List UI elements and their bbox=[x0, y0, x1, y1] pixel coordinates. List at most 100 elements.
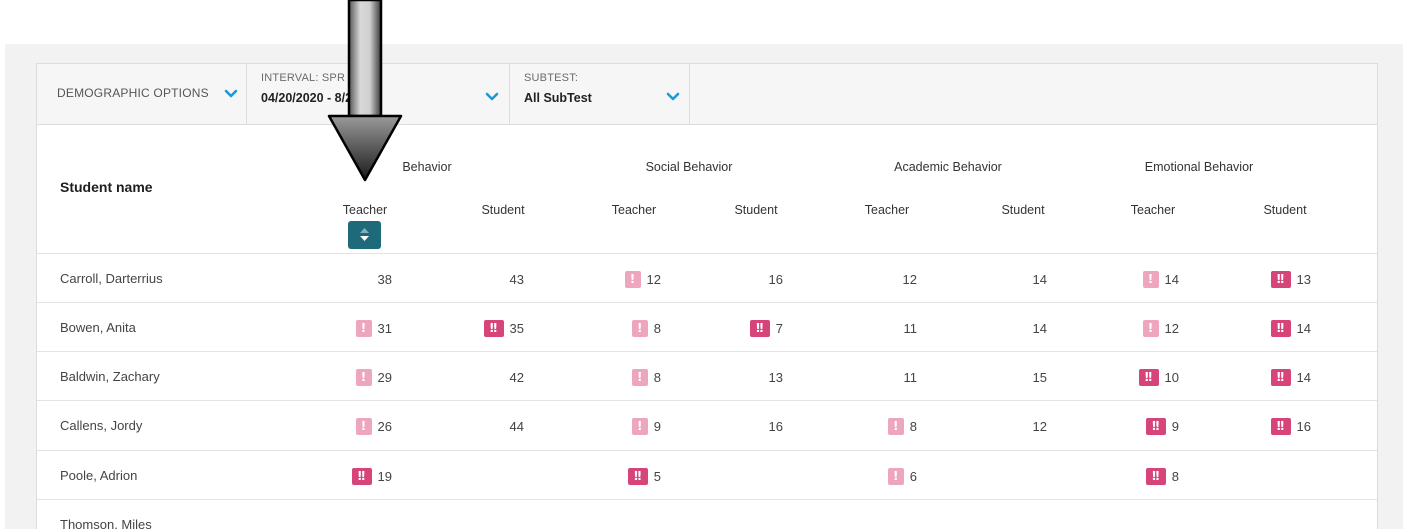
score-cell-behavior-student bbox=[404, 451, 524, 501]
student-name[interactable]: Poole, Adrion bbox=[60, 468, 137, 483]
sort-toggle-button[interactable] bbox=[348, 221, 381, 249]
score-value: 14 bbox=[1164, 271, 1179, 287]
critical-flag-icon: !! bbox=[351, 467, 372, 485]
critical-flag-icon: !! bbox=[1145, 417, 1166, 435]
table-row[interactable]: Carroll, Darterrius 38 43! 12 16 12 14! 14!! 13 bbox=[37, 253, 1377, 303]
score-cell-behavior-teacher: ! 29 bbox=[272, 352, 392, 402]
score-cell-social-student: 16 bbox=[663, 401, 783, 451]
score-value: 38 bbox=[377, 271, 392, 287]
subtest-label: SUBTEST: bbox=[524, 72, 579, 84]
score-value: 26 bbox=[377, 418, 392, 434]
score-cell-social-teacher bbox=[541, 500, 661, 529]
group-header-emotional-behavior: Emotional Behavior bbox=[1144, 160, 1254, 174]
group-header-academic-behavior: Academic Behavior bbox=[894, 160, 1002, 174]
score-cell-social-teacher: !! 5 bbox=[541, 451, 661, 501]
warning-flag-icon: ! bbox=[631, 319, 648, 337]
student-name[interactable]: Thomson, Miles bbox=[60, 517, 152, 529]
warning-flag-icon: ! bbox=[1142, 270, 1159, 288]
score-cell-emotional-teacher: !! 10 bbox=[1059, 352, 1179, 402]
score-cell-social-teacher: ! 8 bbox=[541, 303, 661, 353]
score-value: 42 bbox=[509, 369, 524, 385]
subheader-emotional-teacher[interactable]: Teacher bbox=[1113, 203, 1193, 217]
warning-flag-icon: ! bbox=[887, 467, 904, 485]
warning-flag-icon: ! bbox=[631, 417, 648, 435]
screener-results-panel: DEMOGRAPHIC OPTIONS INTERVAL: SPR 04/20/… bbox=[36, 63, 1378, 529]
score-cell-behavior-student: 43 bbox=[404, 254, 524, 304]
group-header-social-behavior: Social Behavior bbox=[645, 160, 733, 174]
score-value: 12 bbox=[1032, 418, 1047, 434]
score-cell-academic-student: 12 bbox=[927, 401, 1047, 451]
critical-flag-icon: !! bbox=[1145, 467, 1166, 485]
score-cell-emotional-student bbox=[1191, 451, 1311, 501]
sort-toggle-icon bbox=[360, 228, 369, 241]
table-row[interactable]: Callens, Jordy! 26 44! 9 16! 8 12!! 9!! 16 bbox=[37, 400, 1377, 450]
score-cell-academic-teacher: 11 bbox=[797, 303, 918, 353]
score-value: 14 bbox=[1032, 320, 1047, 336]
filter-bar: DEMOGRAPHIC OPTIONS INTERVAL: SPR 04/20/… bbox=[37, 64, 1377, 125]
demographic-options-label: DEMOGRAPHIC OPTIONS bbox=[57, 86, 209, 100]
score-cell-social-student bbox=[663, 451, 783, 501]
score-cell-social-student: !! 7 bbox=[663, 303, 783, 353]
demographic-options-dropdown[interactable]: DEMOGRAPHIC OPTIONS bbox=[37, 64, 247, 124]
score-cell-social-teacher: ! 8 bbox=[541, 352, 661, 402]
score-value: 6 bbox=[909, 468, 917, 484]
critical-flag-icon: !! bbox=[1270, 368, 1291, 386]
score-cell-emotional-student: !! 16 bbox=[1191, 401, 1311, 451]
score-value: 13 bbox=[768, 369, 783, 385]
table-row[interactable]: Thomson, Miles bbox=[37, 499, 1377, 529]
score-cell-behavior-teacher: 38 bbox=[272, 254, 392, 304]
warning-flag-icon: ! bbox=[355, 368, 372, 386]
warning-flag-icon: ! bbox=[631, 368, 648, 386]
arrow-down-icon bbox=[327, 0, 403, 182]
critical-flag-icon: !! bbox=[1270, 319, 1291, 337]
score-value: 16 bbox=[768, 271, 783, 287]
score-value: 8 bbox=[909, 418, 917, 434]
student-name-header[interactable]: Student name bbox=[60, 179, 153, 195]
critical-flag-icon: !! bbox=[483, 319, 504, 337]
score-value: 43 bbox=[509, 271, 524, 287]
score-value: 14 bbox=[1296, 320, 1311, 336]
subheader-behavior-student[interactable]: Student bbox=[463, 203, 543, 217]
score-cell-academic-teacher: ! 6 bbox=[797, 451, 917, 501]
score-cell-social-teacher: ! 12 bbox=[541, 254, 661, 304]
score-cell-emotional-student: !! 14 bbox=[1191, 303, 1311, 353]
score-cell-academic-teacher: 11 bbox=[797, 352, 918, 402]
score-value: 19 bbox=[377, 468, 392, 484]
student-name[interactable]: Bowen, Anita bbox=[60, 320, 136, 335]
subheader-academic-student[interactable]: Student bbox=[983, 203, 1063, 217]
subheader-social-student[interactable]: Student bbox=[716, 203, 796, 217]
score-cell-academic-student bbox=[927, 451, 1047, 501]
score-cell-social-student: 16 bbox=[663, 254, 783, 304]
student-name[interactable]: Baldwin, Zachary bbox=[60, 369, 160, 384]
warning-flag-icon: ! bbox=[1142, 319, 1159, 337]
score-cell-emotional-student bbox=[1191, 500, 1311, 529]
warning-flag-icon: ! bbox=[355, 319, 372, 337]
chevron-down-icon bbox=[224, 89, 238, 98]
score-cell-academic-teacher: ! 8 bbox=[797, 401, 917, 451]
score-cell-behavior-teacher: ! 26 bbox=[272, 401, 392, 451]
score-cell-emotional-teacher: ! 12 bbox=[1059, 303, 1179, 353]
score-value: 12 bbox=[646, 271, 661, 287]
subtest-dropdown[interactable]: SUBTEST: All SubTest bbox=[510, 64, 690, 124]
score-value: 5 bbox=[653, 468, 661, 484]
score-cell-academic-teacher: 12 bbox=[797, 254, 917, 304]
student-name[interactable]: Callens, Jordy bbox=[60, 418, 142, 433]
score-value: 11 bbox=[903, 320, 918, 336]
table-row[interactable]: Baldwin, Zachary! 29 42! 8 13 11 15!! 10!! 14 bbox=[37, 351, 1377, 401]
subheader-emotional-student[interactable]: Student bbox=[1245, 203, 1325, 217]
table-row[interactable]: Poole, Adrion!! 19!! 5! 6!! 8 bbox=[37, 450, 1377, 500]
score-value: 13 bbox=[1296, 271, 1311, 287]
score-cell-social-teacher: ! 9 bbox=[541, 401, 661, 451]
table-row[interactable]: Bowen, Anita! 31!! 35! 8!! 7 11 14! 12!! 14 bbox=[37, 302, 1377, 352]
subheader-behavior-teacher[interactable]: Teacher bbox=[325, 203, 405, 217]
score-cell-behavior-student bbox=[404, 500, 524, 529]
chevron-down-icon bbox=[666, 92, 680, 101]
score-value: 9 bbox=[1171, 418, 1179, 434]
student-name[interactable]: Carroll, Darterrius bbox=[60, 271, 163, 286]
score-cell-academic-student: 14 bbox=[927, 254, 1047, 304]
critical-flag-icon: !! bbox=[627, 467, 648, 485]
subheader-academic-teacher[interactable]: Teacher bbox=[847, 203, 927, 217]
score-value: 44 bbox=[509, 418, 524, 434]
chevron-down-icon bbox=[485, 92, 499, 101]
subheader-social-teacher[interactable]: Teacher bbox=[594, 203, 674, 217]
